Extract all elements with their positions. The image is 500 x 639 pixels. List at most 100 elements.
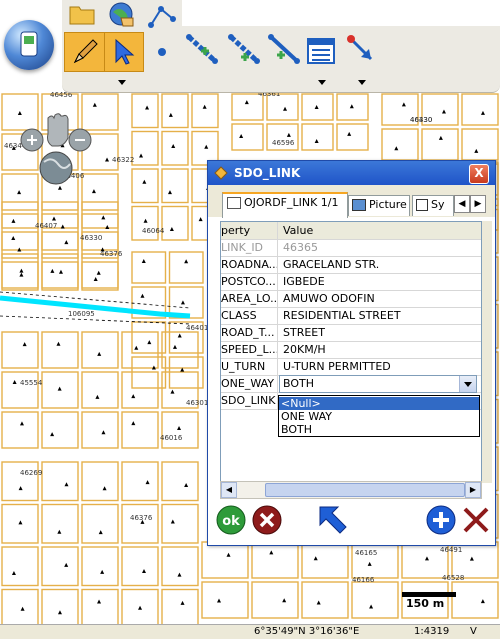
tab-picture[interactable]: Picture bbox=[348, 195, 410, 216]
table-row[interactable]: CLASS RESIDENTIAL STREET bbox=[221, 307, 481, 325]
table-row[interactable]: U_TURN U-TURN PERMITTED bbox=[221, 358, 481, 376]
dropdown-option[interactable]: BOTH bbox=[279, 423, 479, 436]
arrow-up-left-icon bbox=[319, 506, 347, 534]
parcel-label: 46491 bbox=[440, 546, 462, 554]
arrow-pointer-icon bbox=[115, 38, 135, 65]
ok-button[interactable]: ok bbox=[216, 505, 246, 538]
tab-ojordf-link[interactable]: OJORDF_LINK 1/1 bbox=[222, 192, 348, 218]
parcel-label: 46064 bbox=[142, 227, 165, 235]
one-way-dropdown-list: <Null> ONE WAY BOTH bbox=[278, 395, 480, 437]
parcel-label: 46301 bbox=[186, 399, 208, 407]
chevron-down-icon[interactable] bbox=[118, 80, 126, 85]
horizontal-scrollbar[interactable]: ◀ ▶ bbox=[220, 481, 482, 499]
one-way-select-value: BOTH bbox=[283, 377, 315, 390]
parcel-label: 46376 bbox=[100, 250, 123, 258]
parcel-label: 46407 bbox=[35, 222, 57, 230]
value-cell: U-TURN PERMITTED bbox=[283, 360, 391, 373]
value-cell: 46365 bbox=[283, 241, 318, 254]
parcel-label: 45554 bbox=[20, 379, 43, 387]
tab-sy[interactable]: Sy bbox=[412, 195, 454, 216]
property-cell: LINK_ID bbox=[221, 239, 278, 256]
tab-scroll-left-icon[interactable]: ◀ bbox=[454, 195, 470, 213]
select-arrow-tool[interactable] bbox=[104, 32, 144, 72]
dialog-title: SDO_LINK bbox=[234, 166, 301, 180]
property-cell: POSTCO... bbox=[221, 273, 278, 290]
table-row[interactable]: SPEED_L... 20KM/H bbox=[221, 341, 481, 359]
one-way-select[interactable]: BOTH bbox=[279, 375, 477, 393]
column-header-value[interactable]: Value bbox=[283, 222, 479, 239]
table-row[interactable]: LINK_ID 46365 bbox=[221, 239, 481, 257]
value-cell: GRACELAND STR. bbox=[283, 258, 380, 271]
scroll-thumb[interactable] bbox=[265, 483, 465, 497]
table-row[interactable]: AREA_LO... AMUWO ODOFIN bbox=[221, 290, 481, 308]
attribute-grid: perty Value LINK_ID 46365 ROADNA... GRAC… bbox=[220, 221, 482, 485]
value-cell: AMUWO ODOFIN bbox=[283, 292, 375, 305]
link-remove-icon[interactable] bbox=[226, 32, 262, 68]
pan-hand-icon bbox=[47, 113, 69, 147]
chevron-down-icon[interactable] bbox=[318, 80, 326, 85]
scroll-right-icon[interactable]: ▶ bbox=[465, 482, 481, 498]
chevron-down-icon[interactable] bbox=[358, 80, 366, 85]
tab-scroll-right-icon[interactable]: ▶ bbox=[470, 195, 486, 213]
cancel-icon bbox=[252, 505, 282, 535]
table-row[interactable]: ONE_WAY BOTH bbox=[221, 375, 481, 393]
property-cell: U_TURN bbox=[221, 358, 278, 375]
table-icon bbox=[227, 197, 241, 209]
road-label: 106095 bbox=[68, 310, 95, 318]
attribute-table-icon[interactable] bbox=[304, 34, 338, 68]
dropdown-option[interactable]: ONE WAY bbox=[279, 410, 479, 423]
node-icon[interactable] bbox=[154, 44, 170, 60]
mode-indicator: V bbox=[470, 626, 477, 637]
property-cell: AREA_LO... bbox=[221, 290, 278, 307]
pencil-icon bbox=[73, 39, 98, 64]
parcel-label: 46165 bbox=[355, 549, 377, 557]
delete-button[interactable] bbox=[462, 505, 490, 538]
parcel-label: 46322 bbox=[112, 156, 134, 164]
globe-hand-icon[interactable] bbox=[106, 0, 136, 28]
app-menu-orb-icon[interactable] bbox=[4, 20, 54, 70]
value-cell: 20KM/H bbox=[283, 343, 326, 356]
property-cell: ONE_WAY bbox=[221, 375, 278, 392]
close-button[interactable]: X bbox=[469, 164, 489, 184]
value-cell: IGBEDE bbox=[283, 275, 325, 288]
link-add-icon[interactable] bbox=[184, 32, 220, 68]
parcel-label: 46376 bbox=[130, 514, 153, 522]
table-row[interactable]: ROADNA... GRACELAND STR. bbox=[221, 256, 481, 274]
back-arrow-button[interactable] bbox=[318, 505, 348, 538]
link-route-icon[interactable] bbox=[266, 32, 302, 68]
plus-icon bbox=[426, 505, 456, 535]
arrow-line-icon[interactable] bbox=[344, 32, 380, 68]
value-cell: STREET bbox=[283, 326, 325, 339]
parcel-label: 46166 bbox=[352, 576, 375, 584]
pencil-tool[interactable] bbox=[64, 32, 106, 72]
value-cell: RESIDENTIAL STREET bbox=[283, 309, 401, 322]
table-row[interactable]: ROAD_T... STREET bbox=[221, 324, 481, 342]
main-toolbar bbox=[0, 0, 500, 93]
map-navigation-control[interactable] bbox=[18, 112, 98, 192]
parcel-label: 46330 bbox=[80, 234, 102, 242]
cancel-button[interactable] bbox=[252, 505, 282, 538]
scale-label: 150 m bbox=[406, 597, 445, 610]
chevron-down-icon[interactable] bbox=[459, 376, 476, 392]
list-icon bbox=[416, 199, 428, 211]
svg-text:ok: ok bbox=[222, 514, 240, 529]
sdo-link-dialog: SDO_LINK X OJORDF_LINK 1/1 Picture Sy ◀ … bbox=[207, 160, 496, 546]
delete-x-icon bbox=[463, 507, 489, 533]
property-cell: ROADNA... bbox=[221, 256, 278, 273]
column-header-property[interactable]: perty bbox=[221, 222, 278, 239]
diamond-icon bbox=[214, 166, 228, 180]
dropdown-option[interactable]: <Null> bbox=[279, 397, 479, 410]
table-row[interactable]: POSTCO... IGBEDE bbox=[221, 273, 481, 291]
status-bar: 6°35'49"N 3°16'36"E 1:4319 V bbox=[0, 624, 500, 639]
parcel-label: 46596 bbox=[272, 139, 295, 147]
add-button[interactable] bbox=[426, 505, 456, 538]
folder-icon[interactable] bbox=[68, 2, 96, 26]
parcel-label: 46401 bbox=[186, 324, 208, 332]
parcel-label: 46330 bbox=[410, 116, 432, 124]
scroll-left-icon[interactable]: ◀ bbox=[221, 482, 237, 498]
vertical-scrollbar[interactable] bbox=[482, 221, 492, 483]
map-scale-readout: 1:4319 bbox=[414, 626, 450, 637]
graph-edit-icon[interactable] bbox=[146, 0, 178, 30]
property-cell: SPEED_L... bbox=[221, 341, 278, 358]
dialog-title-bar[interactable]: SDO_LINK X bbox=[208, 161, 495, 185]
